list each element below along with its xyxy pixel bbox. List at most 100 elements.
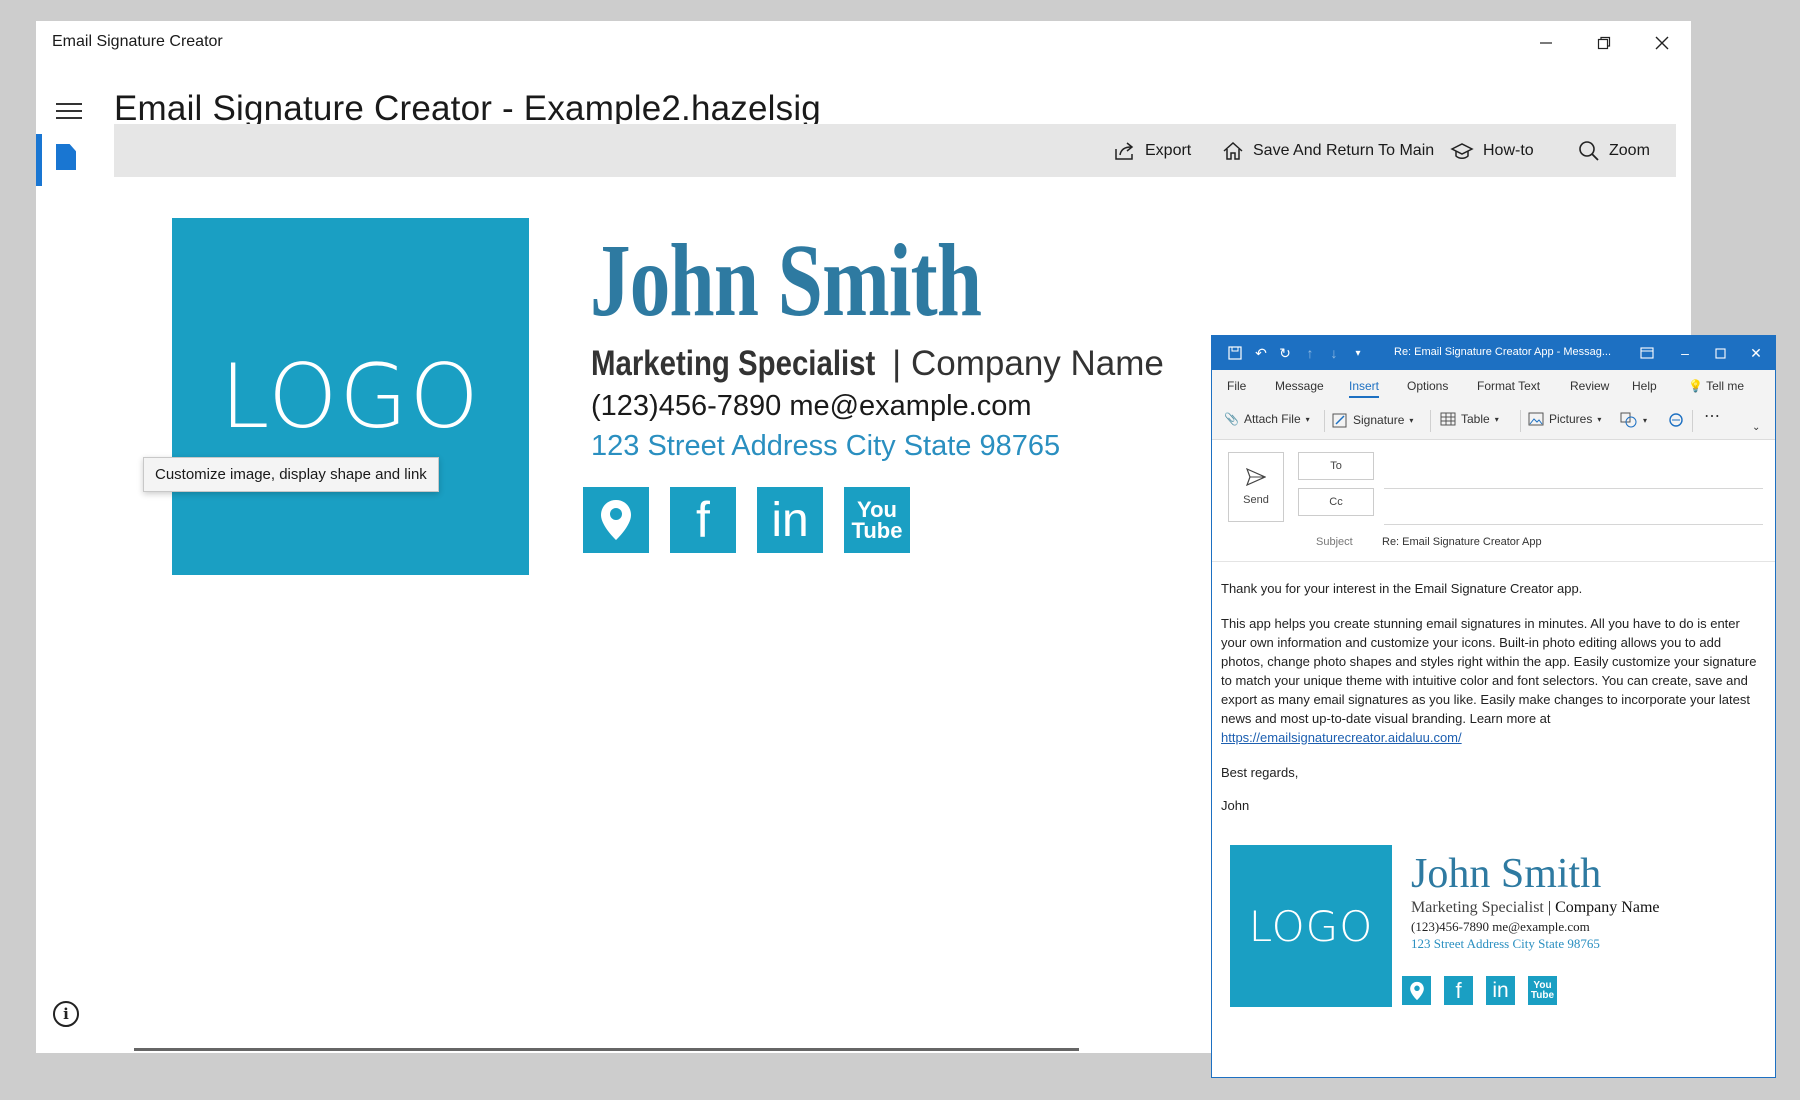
outlook-window-title: Re: Email Signature Creator App - Messag… [1394, 346, 1612, 358]
tab-file[interactable]: File [1227, 379, 1246, 393]
tab-options[interactable]: Options [1407, 379, 1448, 393]
signature-title-line[interactable]: Marketing Specialist | Company Name [591, 344, 1164, 384]
nav-item-document[interactable] [36, 134, 80, 186]
command-bar: Export Save And Return To Main How-to Zo… [114, 124, 1676, 177]
signature-logo-image[interactable]: LOGO [172, 218, 529, 575]
signature-company: Company Name [911, 344, 1164, 383]
tab-format-text[interactable]: Format Text [1477, 379, 1540, 393]
send-button[interactable]: Send [1228, 452, 1284, 522]
outlook-ribbon: 📎 Attach File ▾ Signature ▾ Table ▾ Picture… [1212, 400, 1775, 440]
addin-button[interactable] [1667, 412, 1685, 428]
to-button[interactable]: To [1298, 452, 1374, 480]
logo-text: LOGO [220, 345, 481, 448]
tab-help[interactable]: Help [1632, 379, 1657, 393]
tell-me-label: Tell me [1706, 379, 1745, 393]
email-paragraph-text: This app helps you create stunning email… [1221, 616, 1757, 726]
signature-pen-icon [1332, 413, 1347, 428]
shapes-button[interactable]: ▾ [1620, 412, 1647, 428]
outlook-message-window: ↶ ↻ ↑ ↓ ▾ Re: Email Signature Creator Ap… [1211, 335, 1776, 1078]
tab-insert[interactable]: Insert [1349, 379, 1380, 398]
dropdown-caret-icon: ▾ [1409, 415, 1414, 425]
linkedin-icon[interactable]: in [757, 487, 823, 553]
zoom-label: Zoom [1609, 141, 1650, 159]
undo-icon[interactable]: ↶ [1250, 336, 1272, 370]
outlook-title-bar: ↶ ↻ ↑ ↓ ▾ Re: Email Signature Creator Ap… [1212, 336, 1775, 370]
info-icon[interactable]: i [53, 1001, 79, 1027]
tab-review[interactable]: Review [1570, 379, 1609, 393]
ribbon-separator [1324, 410, 1325, 432]
location-icon[interactable] [583, 487, 649, 553]
howto-button[interactable]: How-to [1450, 124, 1534, 177]
email-signature-logo: LOGO [1230, 845, 1392, 1007]
email-signature-name: John Smith [1411, 851, 1602, 897]
window-title: Email Signature Creator [52, 33, 223, 50]
email-signature-role: Marketing Specialist [1411, 899, 1544, 916]
outlook-close-icon[interactable]: ✕ [1740, 336, 1772, 370]
email-greeting[interactable]: Thank you for your interest in the Email… [1221, 579, 1582, 598]
minimize-button[interactable] [1517, 21, 1575, 65]
outlook-maximize-icon[interactable] [1705, 336, 1735, 370]
subject-field[interactable]: Re: Email Signature Creator App [1382, 536, 1542, 548]
linkedin-glyph: in [771, 493, 809, 547]
export-button[interactable]: Export [1114, 124, 1191, 177]
ribbon-separator [1692, 410, 1693, 432]
signature-contact[interactable]: (123)456-7890 me@example.com [591, 390, 1032, 423]
tab-message[interactable]: Message [1275, 379, 1324, 393]
ribbon-separator [1520, 410, 1521, 432]
more-options-icon[interactable]: ⋯ [1704, 406, 1720, 426]
to-field[interactable] [1384, 488, 1763, 489]
website-link[interactable]: https://emailsignaturecreator.aidaluu.co… [1221, 730, 1462, 745]
horizontal-scrollbar[interactable] [134, 1048, 1079, 1051]
down-arrow-icon[interactable]: ↓ [1324, 336, 1344, 370]
youtube-icon[interactable]: You Tube [844, 487, 910, 553]
location-icon[interactable] [1402, 976, 1431, 1005]
cc-button[interactable]: Cc [1298, 488, 1374, 516]
dropdown-caret-icon: ▾ [1305, 414, 1310, 424]
close-button[interactable] [1633, 21, 1691, 65]
lightbulb-icon: 💡 [1688, 379, 1703, 393]
graduation-cap-icon [1450, 142, 1474, 159]
restore-icon [1597, 36, 1611, 50]
linkedin-icon[interactable]: in [1486, 976, 1515, 1005]
youtube-icon[interactable]: You Tube [1528, 976, 1557, 1005]
tell-me-search[interactable]: 💡 Tell me [1688, 379, 1744, 393]
facebook-icon[interactable]: f [1444, 976, 1473, 1005]
addin-icon [1669, 413, 1683, 427]
dropdown-caret-icon: ▾ [1643, 415, 1648, 425]
outlook-ribbon-tabs: File Message Insert Options Format Text … [1212, 370, 1775, 400]
save-return-button[interactable]: Save And Return To Main [1222, 124, 1434, 177]
hamburger-menu-icon[interactable] [56, 103, 82, 123]
signature-address[interactable]: 123 Street Address City State 98765 [591, 430, 1060, 463]
table-button[interactable]: Table ▾ [1440, 412, 1499, 426]
dropdown-caret-icon: ▾ [1494, 414, 1499, 424]
signature-name[interactable]: John Smith [590, 229, 982, 333]
youtube-glyph-line2: Tube [851, 518, 903, 543]
restore-button[interactable] [1575, 21, 1633, 65]
email-regards[interactable]: Best regards, [1221, 763, 1298, 782]
dropdown-caret-icon: ▾ [1597, 414, 1602, 424]
pictures-button[interactable]: Pictures ▾ [1528, 412, 1601, 426]
email-logo-text: LOGO [1248, 901, 1374, 951]
save-icon[interactable] [1224, 336, 1246, 370]
table-label: Table [1461, 412, 1490, 426]
collapse-ribbon-icon[interactable]: ⌄ [1752, 422, 1760, 433]
title-bar: Email Signature Creator [36, 21, 1691, 65]
facebook-icon[interactable]: f [670, 487, 736, 553]
youtube-glyph-line2: Tube [1530, 989, 1555, 1001]
up-arrow-icon[interactable]: ↑ [1300, 336, 1320, 370]
attach-file-button[interactable]: 📎 Attach File ▾ [1224, 412, 1310, 426]
customize-qat-icon[interactable]: ▾ [1348, 336, 1368, 370]
outlook-minimize-icon[interactable]: – [1670, 336, 1700, 370]
email-paragraph[interactable]: This app helps you create stunning email… [1221, 614, 1761, 747]
signature-button[interactable]: Signature ▾ [1332, 412, 1413, 428]
email-signature-title: Marketing Specialist | Company Name [1411, 899, 1659, 917]
redo-icon[interactable]: ↻ [1274, 336, 1296, 370]
cc-field[interactable] [1384, 524, 1763, 525]
signature-role: Marketing Specialist [591, 344, 876, 383]
ribbon-display-icon[interactable] [1632, 336, 1662, 370]
send-label: Send [1243, 494, 1269, 506]
email-sign-off[interactable]: John [1221, 796, 1249, 815]
zoom-button[interactable]: Zoom [1578, 124, 1650, 177]
shapes-icon [1620, 412, 1637, 428]
facebook-glyph: f [1455, 977, 1462, 1003]
